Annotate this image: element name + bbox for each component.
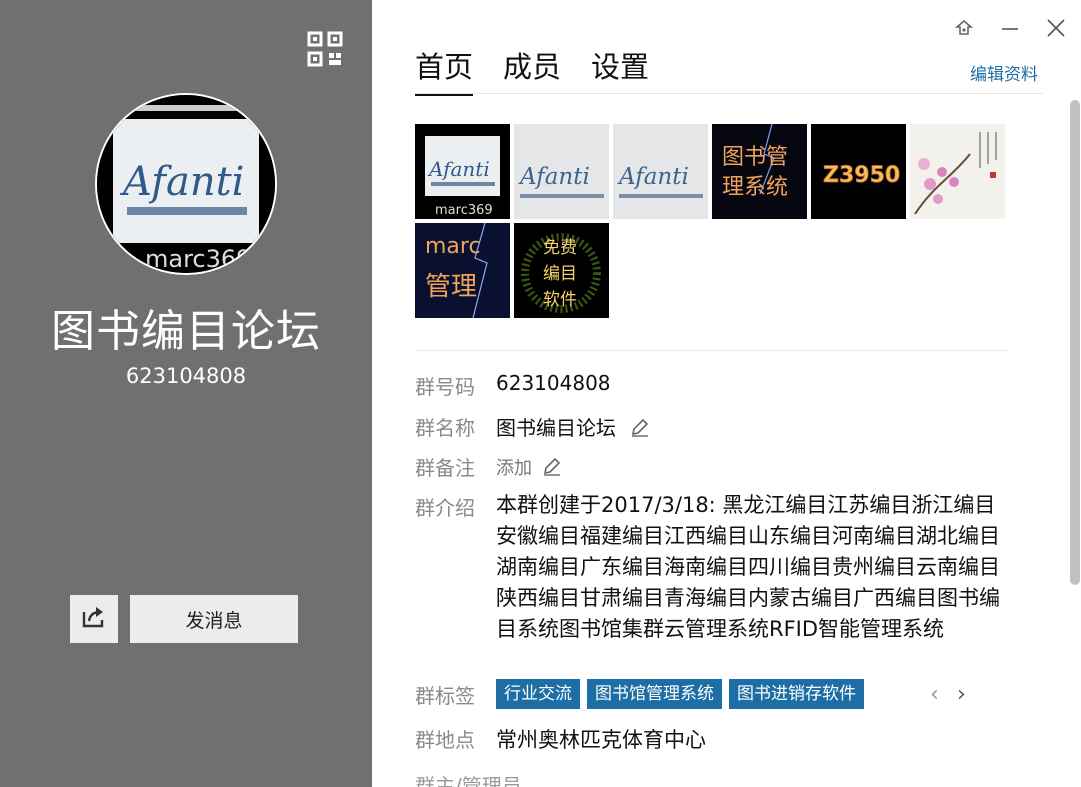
group-remark-label: 群备注	[415, 456, 475, 480]
group-remark-row: 添加	[496, 454, 562, 481]
svg-text:Afanti: Afanti	[518, 164, 590, 190]
tag-list: 行业交流 图书馆管理系统 图书进销存软件	[496, 679, 871, 709]
group-location-value: 常州奥林匹克体育中心	[496, 728, 706, 752]
group-number: 623104808	[125, 364, 247, 388]
profile-panel: Afanti marc369 图书编目论坛 623104808 发消息	[0, 0, 372, 787]
edit-name-icon[interactable]	[630, 417, 650, 442]
tag-item[interactable]: 图书进销存软件	[729, 679, 864, 709]
avatar-caption: marc369	[145, 245, 251, 273]
tag-item[interactable]: 行业交流	[496, 679, 580, 709]
group-number-label: 群号码	[415, 375, 475, 399]
pin-icon[interactable]	[950, 14, 978, 42]
tag-item[interactable]: 图书馆管理系统	[587, 679, 722, 709]
edit-profile-link[interactable]: 编辑资料	[970, 60, 1038, 85]
share-button[interactable]	[70, 595, 118, 643]
group-admins-label: 群主/管理员	[415, 774, 522, 787]
group-name-row: 图书编目论坛	[496, 412, 650, 442]
group-intro-label: 群介绍	[415, 496, 475, 520]
group-name: 图书编目论坛	[51, 306, 321, 357]
gallery-photo[interactable]	[910, 124, 1005, 219]
avatar-logo-text: Afanti	[119, 159, 244, 205]
tags-prev-icon[interactable]: ‹	[930, 682, 939, 707]
qr-code-icon[interactable]	[307, 31, 343, 67]
group-name-label: 群名称	[415, 416, 475, 440]
send-message-button[interactable]: 发消息	[130, 595, 298, 643]
scrollbar-thumb[interactable]	[1070, 100, 1080, 585]
edit-remark-icon[interactable]	[542, 456, 562, 481]
minimize-icon[interactable]	[996, 14, 1024, 42]
group-avatar[interactable]: Afanti marc369	[95, 93, 277, 275]
gallery-photo[interactable]: Afanti	[514, 124, 609, 219]
svg-text:Z3950: Z3950	[823, 163, 900, 188]
svg-text:软件: 软件	[543, 290, 577, 310]
group-name-value: 图书编目论坛	[496, 416, 616, 440]
tab-settings[interactable]: 设置	[591, 44, 649, 96]
tab-bar: 首页 成员 设置	[415, 44, 679, 96]
svg-text:Afanti: Afanti	[427, 157, 490, 181]
gallery-caption: marc369	[435, 203, 493, 218]
tab-members[interactable]: 成员	[503, 44, 561, 96]
gallery-photo[interactable]: marc 管理	[415, 223, 510, 318]
gallery-photo[interactable]: 图书管 理系统	[712, 124, 807, 219]
tags-next-icon[interactable]: ›	[957, 682, 966, 707]
tab-home[interactable]: 首页	[415, 44, 474, 96]
group-tags-label: 群标签	[415, 684, 475, 708]
section-divider	[415, 350, 1009, 351]
svg-text:理系统: 理系统	[722, 175, 788, 200]
group-intro-value: 本群创建于2017/3/18: 黑龙江编目江苏编目浙江编目安徽编目福建编目江西编…	[496, 493, 1000, 641]
svg-text:图书管: 图书管	[722, 145, 788, 170]
close-icon[interactable]	[1042, 14, 1070, 42]
share-icon	[82, 606, 106, 632]
gallery-photo[interactable]: 免费 编目 软件	[514, 223, 609, 318]
add-remark-link[interactable]: 添加	[496, 458, 532, 479]
gallery-photo[interactable]: Afanti	[613, 124, 708, 219]
gallery-photo[interactable]: Z3950	[811, 124, 906, 219]
group-number-value: 623104808	[496, 371, 611, 395]
group-info-panel: 首页 成员 设置 编辑资料 Afanti marc369 Afanti Afan…	[372, 0, 1081, 787]
svg-text:免费: 免费	[543, 238, 577, 258]
svg-text:编目: 编目	[543, 264, 577, 284]
svg-text:Afanti: Afanti	[617, 164, 689, 190]
svg-text:管理: 管理	[425, 272, 477, 302]
svg-text:marc: marc	[425, 234, 481, 259]
tab-divider	[415, 93, 1043, 94]
gallery-photo[interactable]: Afanti marc369	[415, 124, 510, 219]
group-location-label: 群地点	[415, 728, 475, 752]
